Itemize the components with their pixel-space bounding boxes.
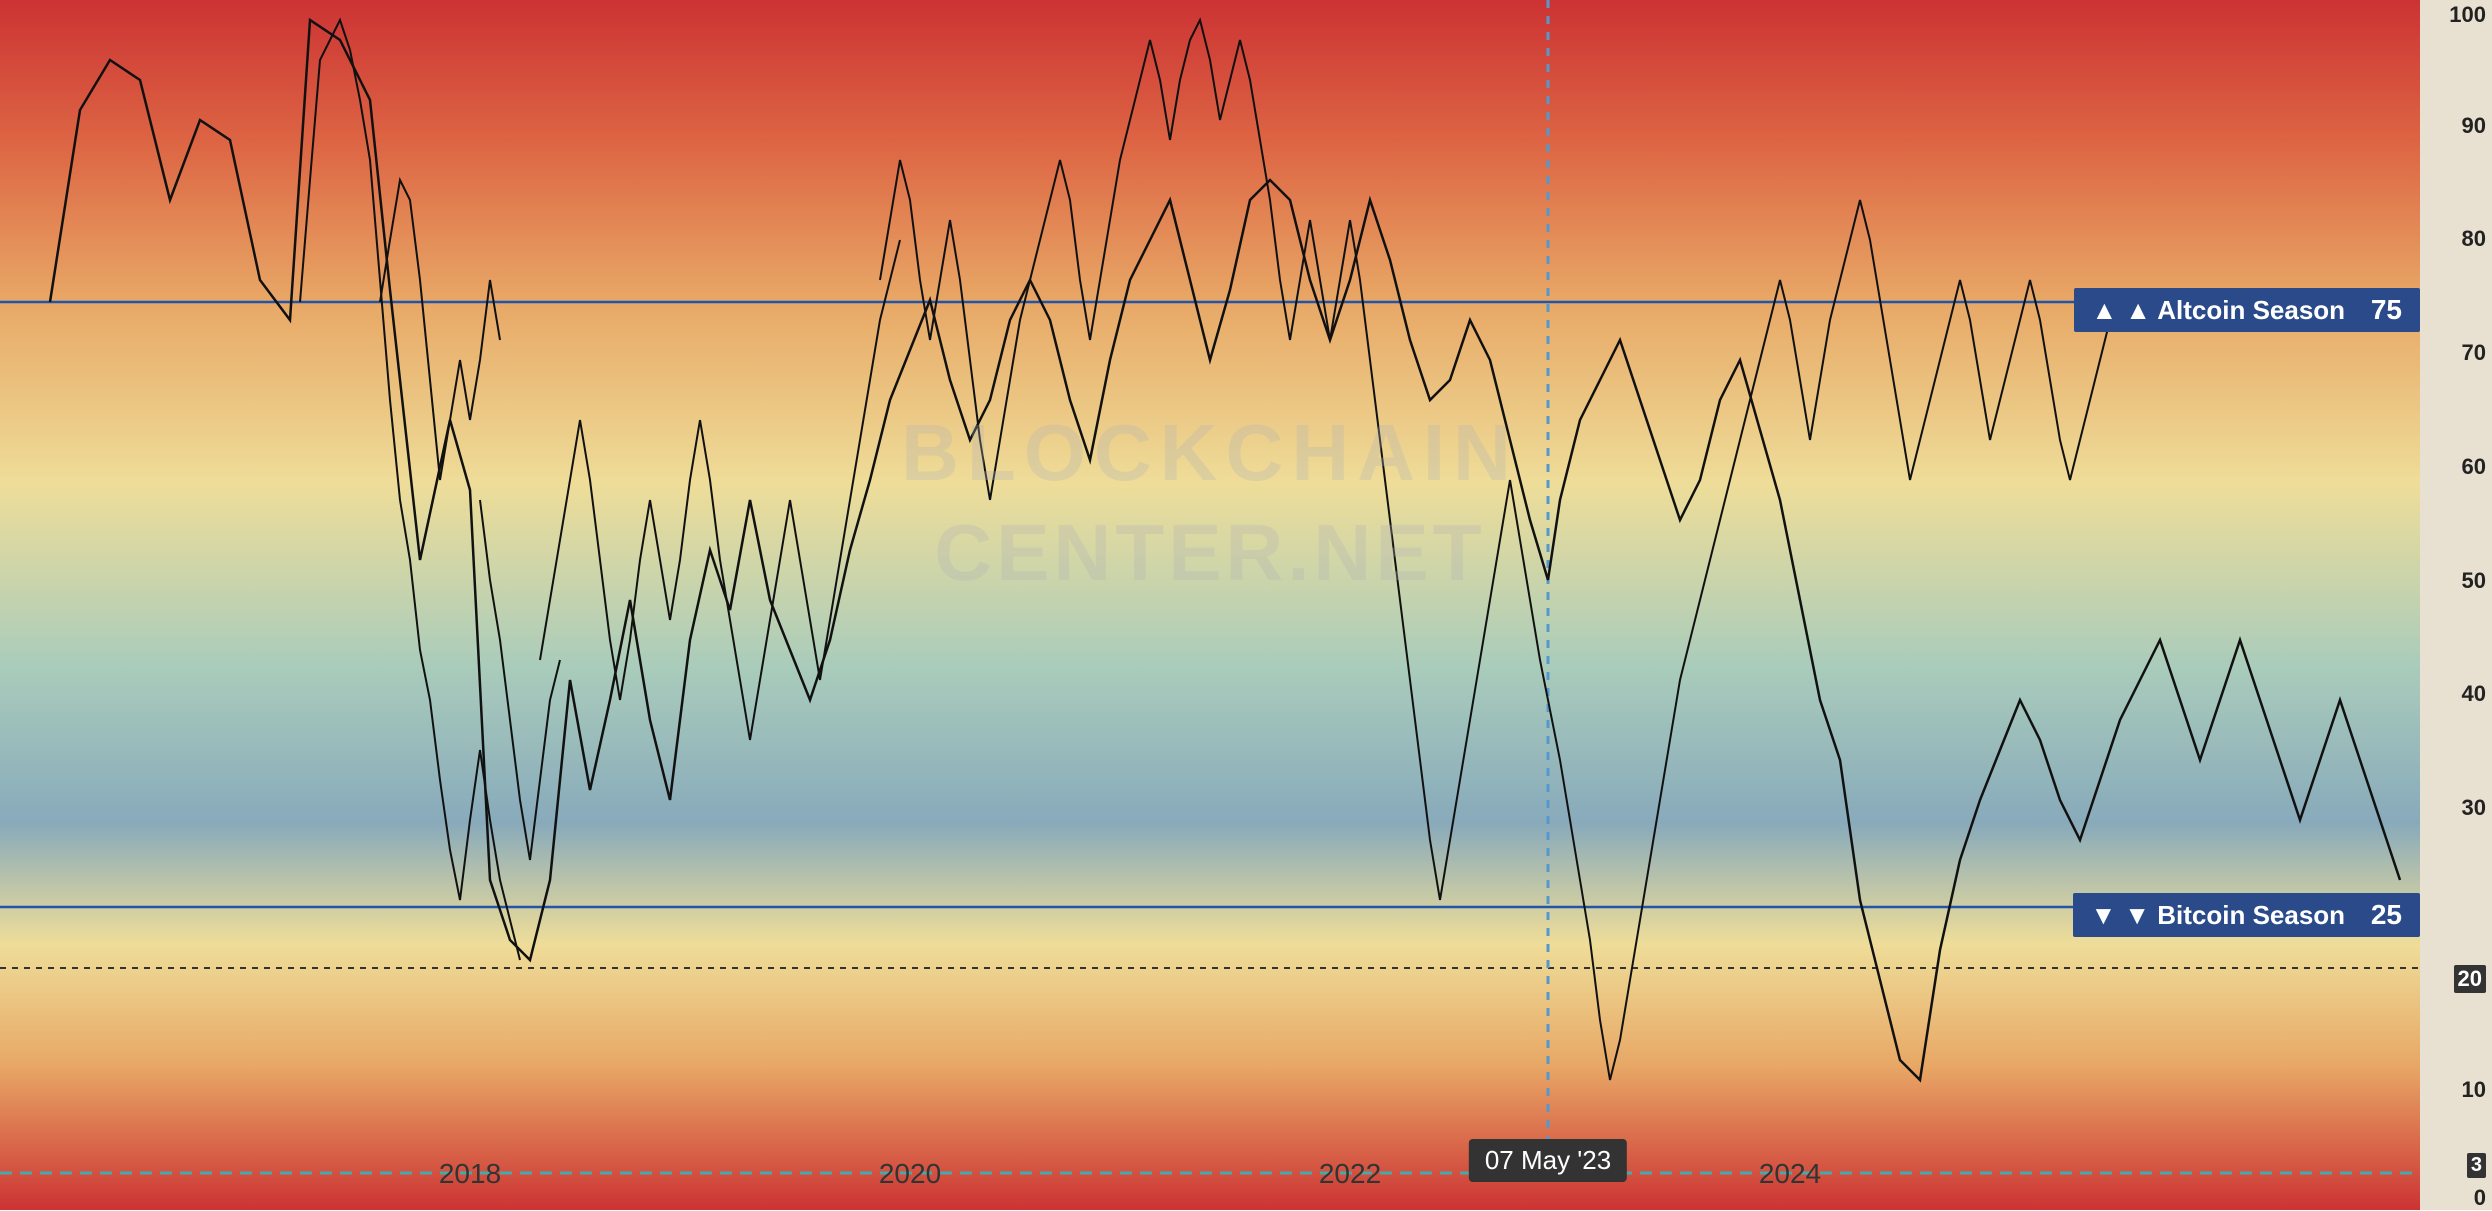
y-label-30: 30: [2462, 795, 2486, 821]
altcoin-season-text: ▲ Altcoin Season: [2125, 295, 2345, 326]
x-label-2018: 2018: [439, 1158, 501, 1190]
bitcoin-triangle-icon: ▼: [2091, 900, 2117, 931]
svg-text:CENTER.NET: CENTER.NET: [934, 508, 1485, 597]
y-label-0: 0: [2474, 1185, 2486, 1211]
x-label-2022: 2022: [1319, 1158, 1381, 1190]
y-label-90: 90: [2462, 113, 2486, 139]
chart-container: BLOCKCHAIN CENTER.NET 100 90 80 70 60 50…: [0, 0, 2492, 1210]
y-label-80: 80: [2462, 226, 2486, 252]
date-tooltip: 07 May '23: [1469, 1139, 1627, 1182]
y-label-60: 60: [2462, 454, 2486, 480]
y-label-10: 10: [2462, 1077, 2486, 1103]
altcoin-season-label: ▲ ▲ Altcoin Season 75: [2074, 288, 2420, 332]
altcoin-season-value: 75: [2363, 294, 2402, 326]
chart-background: BLOCKCHAIN CENTER.NET: [0, 0, 2420, 1210]
altcoin-triangle-icon: ▲: [2092, 295, 2118, 326]
x-label-2024: 2024: [1759, 1158, 1821, 1190]
y-axis-panel: 100 90 80 70 60 50 40 30 20 10 3 0: [2420, 0, 2492, 1210]
bitcoin-season-label: ▼ ▼ Bitcoin Season 25: [2073, 893, 2420, 937]
y-label-50: 50: [2462, 568, 2486, 594]
svg-text:BLOCKCHAIN: BLOCKCHAIN: [901, 408, 1519, 497]
x-label-2020: 2020: [879, 1158, 941, 1190]
y-label-40: 40: [2462, 681, 2486, 707]
bitcoin-season-text: ▼ Bitcoin Season: [2124, 900, 2345, 931]
y-label-3: 3: [2467, 1153, 2486, 1178]
y-label-100: 100: [2449, 2, 2486, 28]
y-label-20: 20: [2454, 965, 2486, 993]
y-label-70: 70: [2462, 340, 2486, 366]
bitcoin-season-value: 25: [2363, 899, 2402, 931]
